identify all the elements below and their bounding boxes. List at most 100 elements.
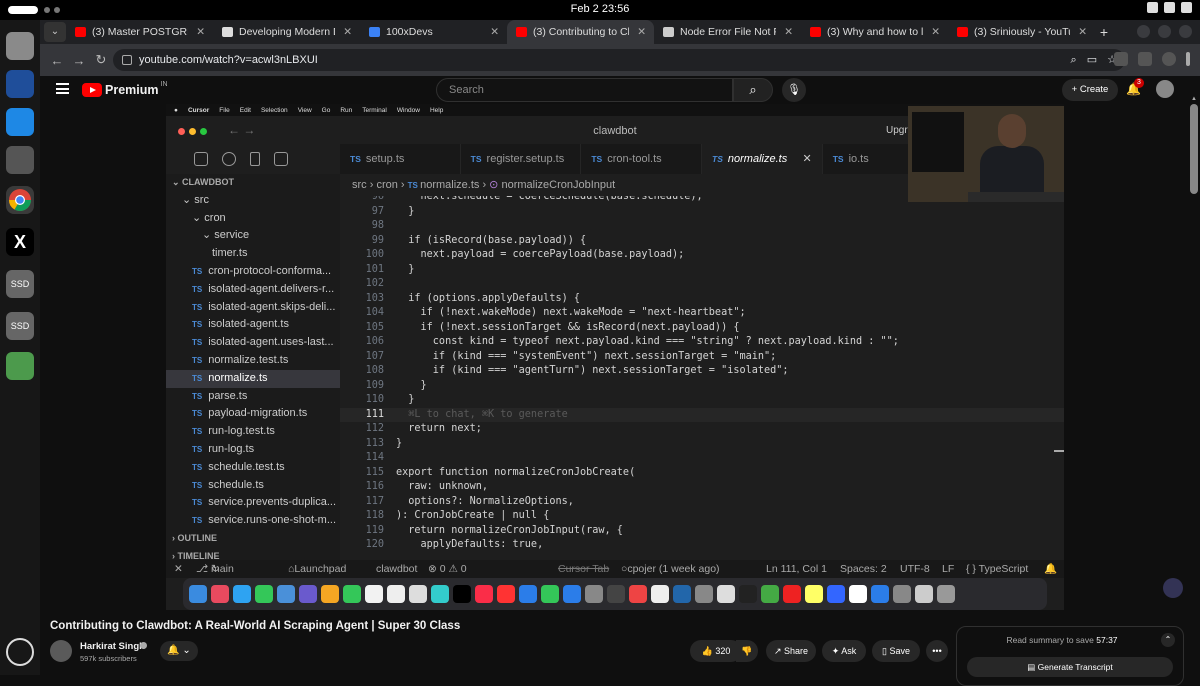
collapse-summary-button[interactable]: ⌃	[1161, 633, 1175, 647]
line-number: 117	[365, 495, 384, 507]
breadcrumb-separator-icon: ›	[397, 179, 408, 191]
x-app-icon[interactable]: X	[6, 228, 34, 256]
thumbs-down-icon: 👎	[741, 646, 753, 656]
file-tree-label: cron-protocol-conforma...	[208, 264, 332, 277]
account-avatar[interactable]	[1156, 80, 1174, 98]
tab-close-icon[interactable]: ✕	[196, 20, 205, 44]
trash-icon[interactable]	[6, 352, 34, 380]
create-button[interactable]: + Create	[1062, 79, 1118, 101]
close-window-button[interactable]	[1179, 25, 1192, 38]
like-button[interactable]: 👍 320	[690, 640, 742, 662]
video-player[interactable]: ● Cursor File Edit Selection View Go Run Termina…	[166, 104, 1064, 610]
typescript-file-icon: TS	[192, 498, 203, 508]
file-tree-item: TS service.runs-one-shot-m...	[166, 512, 340, 530]
tab-search-icon[interactable]: ⌄	[44, 22, 66, 42]
floating-avatar[interactable]	[1163, 578, 1183, 598]
dock-app-icon	[695, 585, 713, 603]
file-tree-item: TS run-log.test.ts	[166, 423, 340, 441]
save-button[interactable]: ▯ Save	[872, 640, 920, 662]
tab-close-icon[interactable]: ✕	[931, 20, 940, 44]
share-button[interactable]: ↗ Share	[766, 640, 816, 662]
typescript-file-icon: TS	[192, 409, 203, 419]
cast-icon[interactable]: ▭	[1087, 49, 1097, 71]
code-line: 108 if (kind === "agentTurn") next.sessi…	[340, 364, 1064, 379]
url-text[interactable]: youtube.com/watch?v=acwl3nLBXUI	[139, 54, 318, 66]
maximize-button[interactable]	[1158, 25, 1171, 38]
browser-tab[interactable]: Node Error File Not Fou ✕	[654, 20, 801, 44]
forward-icon[interactable]: →	[68, 53, 90, 68]
chrome-menu-icon[interactable]	[1186, 52, 1190, 66]
terminal-app-icon[interactable]	[6, 70, 34, 98]
new-tab-button[interactable]: +	[1095, 24, 1113, 40]
favicon-icon	[369, 27, 380, 37]
typescript-file-icon: TS	[591, 154, 603, 164]
browser-tab[interactable]: (3) Contributing to Cl ✕	[507, 20, 654, 44]
more-actions-button[interactable]: •••	[926, 640, 948, 662]
file-tree-item: TS isolated-agent.ts	[166, 316, 340, 334]
app-grid-icon[interactable]	[6, 638, 34, 666]
hamburger-menu-icon[interactable]	[56, 83, 69, 94]
generate-transcript-button[interactable]: ▤ Generate Transcript	[967, 657, 1173, 677]
ssd-drive-icon[interactable]: SSD	[6, 312, 34, 340]
page-scrollbar[interactable]	[1190, 104, 1198, 194]
tab-close-icon[interactable]: ✕	[784, 20, 793, 44]
tab-close-icon[interactable]: ✕	[343, 20, 352, 44]
profile-icon[interactable]	[1162, 52, 1176, 66]
browser-tab[interactable]: 100xDevs ✕	[360, 20, 507, 44]
zoom-icon[interactable]: ⌕	[1071, 49, 1077, 71]
system-clock[interactable]: Feb 2 23:56	[0, 3, 1200, 15]
mac-menu-item: Window	[396, 106, 420, 114]
browser-tab[interactable]: (3) Master POSTGRESQL ✕	[66, 20, 213, 44]
summary-time: 57:37	[1096, 635, 1118, 645]
files-icon[interactable]	[6, 32, 34, 60]
channel-avatar[interactable]	[50, 640, 72, 662]
channel-name[interactable]: Harkirat Singh	[80, 641, 145, 652]
favicon-icon	[810, 27, 821, 37]
file-tree-label: schedule.test.ts	[208, 460, 285, 473]
search-button[interactable]: ⌕	[733, 78, 773, 102]
notifications-button[interactable]: 🔔 3	[1126, 78, 1144, 96]
mic-icon: 🎙	[787, 84, 801, 96]
code-text: }	[396, 437, 403, 449]
code-text: }	[396, 379, 427, 391]
search-input[interactable]: Search	[436, 78, 733, 102]
mac-dock	[183, 578, 1047, 610]
file-tree-item: ⌄ cron	[166, 210, 340, 228]
browser-tab[interactable]: (3) Why and how to lear ✕	[801, 20, 948, 44]
minimize-button[interactable]	[1137, 25, 1150, 38]
ssd-drive-icon[interactable]: SSD	[6, 270, 34, 298]
typescript-file-icon: TS	[407, 181, 421, 190]
dislike-button[interactable]: 👎	[736, 640, 758, 662]
site-info-icon[interactable]	[122, 55, 132, 65]
extensions-area	[1114, 52, 1190, 66]
chrome-icon[interactable]	[6, 186, 34, 214]
vscode-icon[interactable]	[6, 108, 34, 136]
url-bar[interactable]: youtube.com/watch?v=acwl3nLBXUI ⌕ ▭ ☆	[113, 49, 1125, 71]
tab-close-icon[interactable]: ✕	[637, 20, 646, 44]
branch-label: ⎇ main ↻	[196, 560, 234, 578]
browser-tab[interactable]: Developing Modern Dat ✕	[213, 20, 360, 44]
browser-tab[interactable]: (3) Sriniously - YouTube ✕	[948, 20, 1095, 44]
voice-search-button[interactable]: 🎙	[782, 78, 806, 102]
dock-app-icon	[321, 585, 339, 603]
dock-app-icon	[431, 585, 449, 603]
text-editor-icon[interactable]	[6, 146, 34, 174]
reload-icon[interactable]: ↻	[90, 52, 112, 68]
extensions-icon[interactable]	[1114, 52, 1128, 66]
breadcrumb-item: normalizeCronJobInput	[501, 179, 616, 191]
back-icon[interactable]: ←	[46, 53, 68, 68]
scroll-up-icon[interactable]: ▲	[1191, 96, 1197, 102]
share-label: Share	[784, 646, 809, 656]
youtube-premium-label: Premium	[105, 83, 159, 97]
indent-setting: Spaces: 2	[840, 563, 887, 575]
ask-button[interactable]: ✦ Ask	[822, 640, 866, 662]
system-tray[interactable]	[1147, 2, 1192, 13]
youtube-logo[interactable]: Premium IN	[82, 81, 168, 98]
side-panel-icon[interactable]	[1138, 52, 1152, 66]
typescript-file-icon: TS	[192, 373, 203, 383]
tab-close-icon[interactable]: ✕	[490, 20, 499, 44]
dock-app-icon	[849, 585, 867, 603]
subscription-bell-button[interactable]: 🔔 ⌄	[160, 641, 198, 661]
tab-close-icon[interactable]: ✕	[1078, 20, 1087, 44]
dock-app-icon	[607, 585, 625, 603]
